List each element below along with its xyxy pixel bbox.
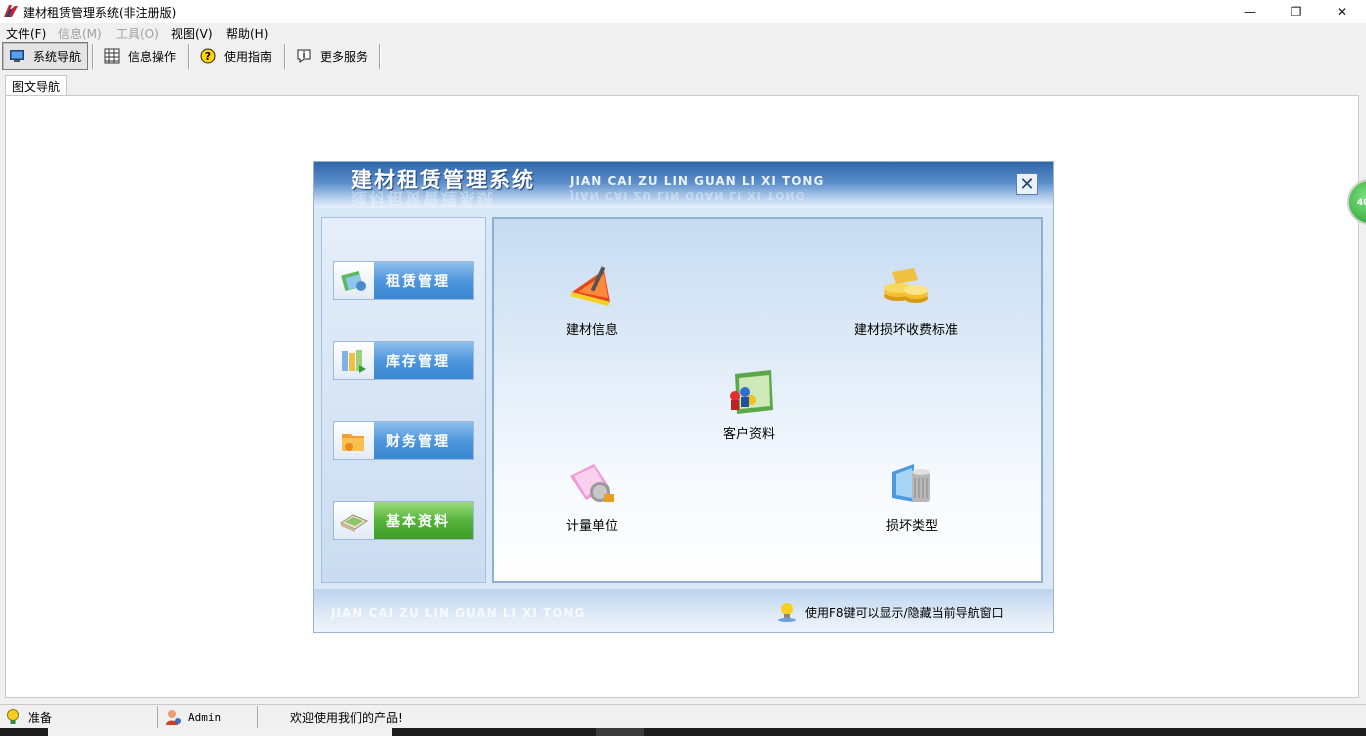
rental-icon [341,270,366,291]
nav-footer: JIAN CAI ZU LIN GUAN LI XI TONG 使用F8键可以显… [314,589,1053,632]
inventory-icon [342,349,366,373]
status-state-text: 准备 [28,710,53,725]
footer-tip-text: 使用F8键可以显示/隐藏当前导航窗口 [805,605,1004,620]
side-button-finance[interactable]: 财务管理 [333,421,474,460]
svg-text:?: ? [205,50,211,63]
func-customer-info[interactable]: 客户资料 [721,366,777,442]
window-title: 建材租赁管理系统(非注册版) [23,6,177,20]
app-logo-icon [4,5,18,17]
nav-subtitle-reflection: JIAN CAI ZU LIN GUAN LI XI TONG [570,189,806,202]
menu-file[interactable]: 文件(F) [6,25,46,42]
toolbar-system-nav-button[interactable]: 系统导航 [2,42,88,70]
toolbar-guide-label: 使用指南 [224,49,273,64]
navigation-window: 建材租赁管理系统 JIAN CAI ZU LIN GUAN LI XI TONG… [313,161,1054,633]
grid-icon [104,48,120,64]
func-measure-unit[interactable]: 计量单位 [564,458,620,534]
status-bulb-icon [7,709,19,724]
finance-icon [342,433,364,451]
side-button-inventory[interactable]: 库存管理 [333,341,474,380]
measure-unit-icon [570,464,614,502]
damage-type-icon [892,464,930,502]
restore-button[interactable]: ❐ [1273,0,1319,23]
status-user-text: Admin [188,710,222,724]
side-button-basic-data[interactable]: 基本资料 [333,501,474,540]
func-damage-type[interactable]: 损坏类型 [884,458,940,534]
toolbar-info-ops-button[interactable]: 信息操作 [98,42,184,70]
toolbar-more-services-button[interactable]: i 更多服务 [290,42,376,70]
toolbar-separator [92,44,94,69]
func-building-material-label: 建材信息 [565,323,618,338]
status-message: 欢迎使用我们的产品! [260,706,1366,728]
status-message-text: 欢迎使用我们的产品! [290,710,403,725]
menu-help[interactable]: 帮助(H) [226,25,268,42]
toolbar-more-services-label: 更多服务 [320,49,369,64]
coins-icon [884,268,928,303]
building-material-icon [570,266,610,306]
help-icon: ? [200,48,216,64]
basic-data-icon [339,513,369,532]
nav-header: 建材租赁管理系统 JIAN CAI ZU LIN GUAN LI XI TONG… [314,162,1053,208]
tab-graphic-nav[interactable]: 图文导航 [5,75,67,96]
menu-tools[interactable]: 工具(O) [116,25,159,42]
func-building-material[interactable]: 建材信息 [564,262,620,338]
close-window-button[interactable]: ✕ [1319,0,1365,23]
side-button-finance-label: 财务管理 [374,422,473,459]
nav-subtitle: JIAN CAI ZU LIN GUAN LI XI TONG [570,174,825,188]
menu-view[interactable]: 视图(V) [171,25,213,42]
func-customer-info-label: 客户资料 [722,427,775,442]
user-avatar-icon [166,710,181,725]
taskbar-strip [0,728,1366,736]
customer-folder-icon [730,370,773,414]
side-button-rental-label: 租赁管理 [374,262,473,299]
nav-close-button[interactable]: ✕ [1016,173,1038,195]
taskbar-segment [48,728,392,736]
toolbar-separator [379,44,381,69]
toolbar-separator [284,44,286,69]
func-measure-unit-label: 计量单位 [565,519,618,534]
toolbar-separator [188,44,190,69]
lightbulb-icon [778,603,796,622]
side-button-basic-data-label: 基本资料 [374,502,473,539]
menu-bar: 文件(F) 信息(M) 工具(O) 视图(V) 帮助(H) [0,23,1366,41]
minimize-button[interactable]: — [1227,0,1273,23]
title-bar: 建材租赁管理系统(非注册版) — ❐ ✕ [0,0,1366,23]
status-state: 准备 [0,706,158,728]
toolbar-info-ops-label: 信息操作 [128,49,177,64]
nav-main-panel: 建材信息 建材损坏收费标准 客户资料 计量单位 损坏类型 [492,217,1043,583]
toolbar: 系统导航 信息操作 ? 使用指南 i 更多服务 [0,41,1366,71]
nav-side-panel: 租赁管理 库存管理 财务管理 基本资料 [321,217,486,583]
footer-subtitle: JIAN CAI ZU LIN GUAN LI XI TONG [331,606,586,620]
svg-text:i: i [302,51,305,61]
side-button-inventory-label: 库存管理 [374,342,473,379]
footer-tip: 使用F8键可以显示/隐藏当前导航窗口 [776,601,1004,623]
info-icon: i [297,49,311,63]
status-user: Admin [160,706,258,728]
side-button-rental[interactable]: 租赁管理 [333,261,474,300]
func-damage-type-label: 损坏类型 [885,519,938,534]
toolbar-system-nav-label: 系统导航 [33,49,82,64]
menu-info[interactable]: 信息(M) [58,25,102,42]
taskbar-segment [596,728,644,736]
monitor-icon [10,50,24,62]
func-damage-fee-standard-label: 建材损坏收费标准 [854,323,959,338]
toolbar-guide-button[interactable]: ? 使用指南 [194,42,280,70]
func-damage-fee-standard[interactable]: 建材损坏收费标准 [854,262,958,338]
status-bar: 准备 Admin 欢迎使用我们的产品! [0,704,1366,728]
nav-title-reflection: 建材租赁管理系统 [351,189,496,208]
